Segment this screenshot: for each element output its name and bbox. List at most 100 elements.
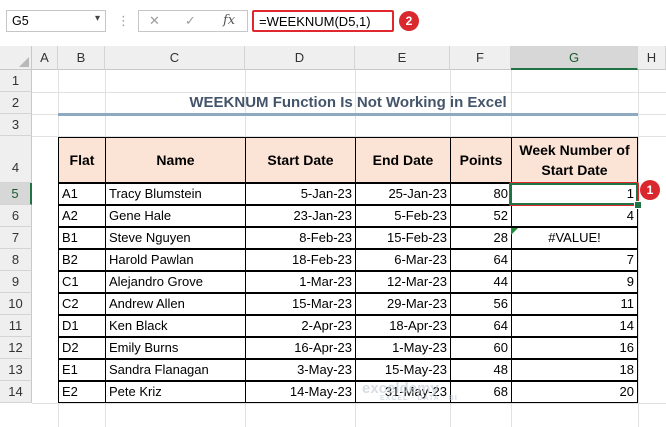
row-header-11[interactable]: 11	[0, 315, 32, 337]
cell-points[interactable]: 64	[450, 249, 512, 271]
cell-flat[interactable]: D1	[58, 315, 106, 337]
formula-input[interactable]: =WEEKNUM(D5,1)	[252, 10, 394, 32]
column-header-e[interactable]: E	[355, 46, 450, 70]
column-header-f[interactable]: F	[450, 46, 511, 70]
column-header-c[interactable]: C	[105, 46, 245, 70]
cell-flat[interactable]: E1	[58, 359, 106, 381]
cell-name[interactable]: Pete Kriz	[105, 381, 246, 403]
cell-name[interactable]: Gene Hale	[105, 205, 246, 227]
cell-end-date[interactable]: 29-Mar-23	[355, 293, 451, 315]
error-indicator-icon[interactable]	[511, 228, 518, 235]
cell-points[interactable]: 52	[450, 205, 512, 227]
cell-week-number[interactable]: 14	[511, 315, 638, 337]
cell-end-date[interactable]: 18-Apr-23	[355, 315, 451, 337]
cell-end-date[interactable]: 6-Mar-23	[355, 249, 451, 271]
cell-name[interactable]: Tracy Blumstein	[105, 183, 246, 205]
cell-start-date[interactable]: 15-Mar-23	[245, 293, 356, 315]
cell-end-date[interactable]: 1-May-23	[355, 337, 451, 359]
insert-function-icon[interactable]: fx	[223, 13, 235, 28]
row-header-8[interactable]: 8	[0, 249, 32, 271]
cell-week-number[interactable]: 9	[511, 271, 638, 293]
cell-start-date[interactable]: 2-Apr-23	[245, 315, 356, 337]
row-header-14[interactable]: 14	[0, 381, 32, 403]
chevron-down-icon[interactable]: ▾	[95, 13, 100, 24]
cell-start-date[interactable]: 1-Mar-23	[245, 271, 356, 293]
cell-points[interactable]: 48	[450, 359, 512, 381]
column-header-b[interactable]: B	[58, 46, 105, 70]
cell-name[interactable]: Andrew Allen	[105, 293, 246, 315]
header-start-date[interactable]: Start Date	[245, 137, 356, 183]
cell-end-date[interactable]: 15-Feb-23	[355, 227, 451, 249]
row-header-12[interactable]: 12	[0, 337, 32, 359]
row-header-4[interactable]: 4	[0, 136, 32, 183]
cell-flat[interactable]: A2	[58, 205, 106, 227]
cell-week-number[interactable]: 18	[511, 359, 638, 381]
cell-week-number[interactable]: 7	[511, 249, 638, 271]
cell-name[interactable]: Ken Black	[105, 315, 246, 337]
cell-start-date[interactable]: 3-May-23	[245, 359, 356, 381]
column-header-h[interactable]: H	[638, 46, 666, 70]
cell-flat[interactable]: C2	[58, 293, 106, 315]
header-flat[interactable]: Flat	[58, 137, 106, 183]
column-header-d[interactable]: D	[245, 46, 355, 70]
cell-name[interactable]: Steve Nguyen	[105, 227, 246, 249]
row-header-6[interactable]: 6	[0, 205, 32, 227]
select-all-corner[interactable]	[0, 46, 32, 70]
row-header-1[interactable]: 1	[0, 70, 32, 92]
name-box[interactable]: G5 ▾	[6, 10, 106, 32]
cell-end-date[interactable]: 15-May-23	[355, 359, 451, 381]
row-header-3[interactable]: 3	[0, 114, 32, 136]
cell-end-date[interactable]: 5-Feb-23	[355, 205, 451, 227]
cell-flat[interactable]: E2	[58, 381, 106, 403]
cell-week-number[interactable]: 11	[511, 293, 638, 315]
formula-bar: G5 ▾ ⋮ ✕ ✓ fx =WEEKNUM(D5,1) 2	[0, 0, 666, 44]
cell-start-date[interactable]: 16-Apr-23	[245, 337, 356, 359]
cell-week-number[interactable]: 4	[511, 205, 638, 227]
cell-flat[interactable]: D2	[58, 337, 106, 359]
cell-start-date[interactable]: 14-May-23	[245, 381, 356, 403]
row-header-5[interactable]: 5	[0, 183, 32, 205]
cell-flat[interactable]: B1	[58, 227, 106, 249]
cell-points[interactable]: 56	[450, 293, 512, 315]
cell-flat[interactable]: B2	[58, 249, 106, 271]
title-underline	[58, 113, 638, 116]
cell-flat[interactable]: C1	[58, 271, 106, 293]
enter-icon[interactable]: ✓	[185, 13, 196, 29]
row-header-7[interactable]: 7	[0, 227, 32, 249]
row-header-9[interactable]: 9	[0, 271, 32, 293]
column-header-a[interactable]: A	[32, 46, 58, 70]
cell-name[interactable]: Emily Burns	[105, 337, 246, 359]
cell-week-number[interactable]: #VALUE!	[511, 227, 638, 249]
cell-points[interactable]: 28	[450, 227, 512, 249]
cell-week-number[interactable]: 20	[511, 381, 638, 403]
cancel-icon[interactable]: ✕	[149, 13, 160, 29]
cell-end-date[interactable]: 12-Mar-23	[355, 271, 451, 293]
row-header-10[interactable]: 10	[0, 293, 32, 315]
cell-start-date[interactable]: 18-Feb-23	[245, 249, 356, 271]
cell-flat[interactable]: A1	[58, 183, 106, 205]
header-name[interactable]: Name	[105, 137, 246, 183]
row-header-2[interactable]: 2	[0, 92, 32, 114]
cell-end-date[interactable]: 25-Jan-23	[355, 183, 451, 205]
row-header-13[interactable]: 13	[0, 359, 32, 381]
cell-points[interactable]: 80	[450, 183, 512, 205]
cell-points[interactable]: 60	[450, 337, 512, 359]
callout-badge-formula: 2	[399, 11, 419, 31]
cell-name[interactable]: Harold Pawlan	[105, 249, 246, 271]
cell-name[interactable]: Alejandro Grove	[105, 271, 246, 293]
fill-handle[interactable]	[634, 201, 642, 209]
header-points[interactable]: Points	[450, 137, 512, 183]
drag-handle-icon[interactable]: ⋮	[117, 9, 130, 33]
cell-points[interactable]: 64	[450, 315, 512, 337]
header-week-number[interactable]: Week Number of Start Date	[511, 137, 638, 183]
header-end-date[interactable]: End Date	[355, 137, 451, 183]
cell-week-number[interactable]: 16	[511, 337, 638, 359]
cell-start-date[interactable]: 5-Jan-23	[245, 183, 356, 205]
cell-name[interactable]: Sandra Flanagan	[105, 359, 246, 381]
cell-start-date[interactable]: 8-Feb-23	[245, 227, 356, 249]
formula-text: =WEEKNUM(D5,1)	[259, 14, 371, 29]
column-header-g[interactable]: G	[511, 46, 638, 70]
cell-points[interactable]: 68	[450, 381, 512, 403]
cell-points[interactable]: 44	[450, 271, 512, 293]
cell-start-date[interactable]: 23-Jan-23	[245, 205, 356, 227]
